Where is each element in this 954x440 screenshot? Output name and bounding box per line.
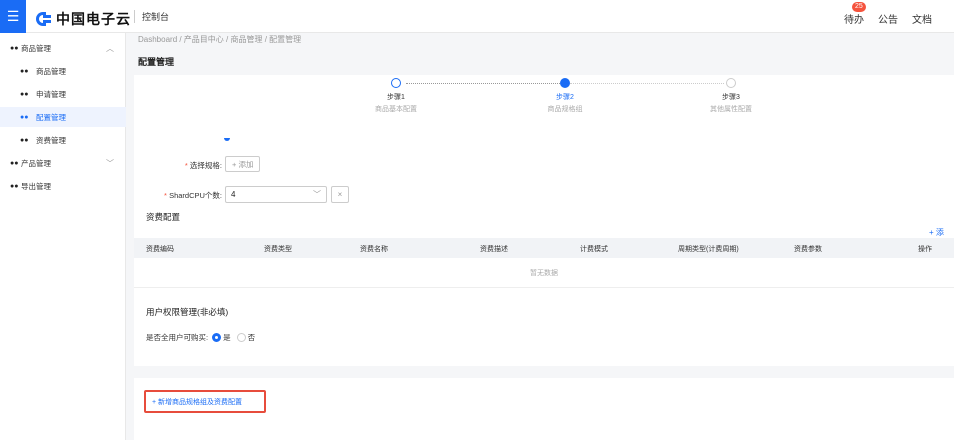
docs-link[interactable]: 文档: [912, 11, 932, 26]
permissions-question: 是否全用户可购买:: [146, 333, 209, 342]
hamburger-icon[interactable]: ☰: [0, 0, 26, 33]
scroll-remnant: [224, 138, 230, 141]
logo-mark-icon: [36, 12, 52, 26]
radio-no[interactable]: 否: [236, 332, 256, 343]
divider: [134, 10, 135, 23]
group-icon: ●●: [20, 67, 29, 75]
radio-no-label: 否: [247, 333, 256, 342]
sidebar-item-label: 产品管理: [21, 158, 51, 168]
step-2-sub: 商品规格组: [547, 106, 583, 113]
radio-unchecked-icon: [236, 333, 246, 342]
chevron-down-icon: ﹀: [106, 158, 114, 168]
sidebar-item-application[interactable]: ●● 申请管理: [0, 84, 126, 104]
chevron-up-icon: ︿: [106, 43, 114, 53]
permissions-section: 用户权限管理(非必填) 是否全用户可购买: 是 否: [134, 289, 954, 366]
add-spec-button[interactable]: + 添加: [225, 156, 261, 172]
group-icon: ●●: [20, 113, 29, 121]
spec-label-text: 选择规格:: [189, 161, 222, 170]
step-3-dot[interactable]: [726, 78, 736, 88]
sidebar-item-config[interactable]: ●● 配置管理: [0, 107, 126, 127]
chevron-down-icon: ﹀: [313, 190, 321, 199]
radio-yes[interactable]: 是: [212, 332, 231, 343]
steps-card: 步骤1 商品基本配置 步骤2 商品规格组 步骤3 其他属性配置: [134, 75, 954, 138]
page-title: 配置管理: [138, 57, 175, 67]
sidebar-item-label: 申请管理: [36, 89, 66, 99]
sidebar-group-product[interactable]: ●● 商品管理 ︿: [0, 38, 126, 58]
group-icon: ●●: [10, 44, 19, 52]
notice-link[interactable]: 公告: [878, 11, 898, 26]
cpu-value: 4: [231, 190, 236, 199]
todo-label: 待办: [844, 15, 864, 26]
sidebar-group-products[interactable]: ●● 产品管理 ﹀: [0, 153, 126, 173]
brand-logo[interactable]: 中国电子云: [36, 9, 131, 29]
group-icon: ●●: [10, 159, 19, 167]
sidebar: ●● 商品管理 ︿ ●● 商品管理 ●● 申请管理 ●● 配置管理 ●● 资费管…: [0, 33, 126, 440]
fees-table-header: 资费编码 资费类型 资费名称 资费描述 计费模式 周期类型(计费周期) 资费参数…: [134, 238, 954, 258]
sidebar-item-tariff[interactable]: ●● 资费管理: [0, 130, 126, 150]
group-icon: ●●: [20, 136, 29, 144]
step-1-dot[interactable]: [391, 78, 401, 88]
sidebar-item-export[interactable]: ●● 导出管理: [0, 176, 126, 196]
column-header: 资费描述: [480, 246, 508, 253]
column-header: 计费模式: [580, 246, 608, 253]
breadcrumb: Dashboard / 产品目中心 / 商品管理 / 配置管理: [138, 35, 302, 44]
cpu-select[interactable]: 4 ﹀: [225, 186, 327, 203]
step-2-label: 步骤2: [556, 94, 574, 101]
step-1-label: 步骤1: [387, 94, 405, 101]
todo-link[interactable]: 待办 25: [844, 2, 866, 26]
group-icon: ●●: [10, 182, 19, 190]
column-header: 资费名称: [360, 246, 388, 253]
column-header: 资费类型: [264, 246, 292, 253]
radio-checked-icon: [212, 333, 222, 342]
permissions-title: 用户权限管理(非必填): [146, 307, 229, 317]
step-2-dot[interactable]: [560, 78, 570, 88]
bottom-card: + 新增商品规格组及资费配置: [134, 378, 954, 440]
main-content: Dashboard / 产品目中心 / 商品管理 / 配置管理 配置管理 步骤1…: [126, 33, 954, 440]
todo-badge: 25: [852, 2, 866, 12]
step-3-sub: 其他属性配置: [710, 106, 752, 113]
column-header: 操作: [918, 246, 932, 253]
column-header: 资费编码: [146, 246, 174, 253]
group-icon: ●●: [20, 90, 29, 98]
step-connector: [406, 83, 560, 84]
spec-label: * 选择规格:: [184, 161, 222, 170]
permissions-row: 是否全用户可购买: 是 否: [146, 332, 261, 343]
step-3-label: 步骤3: [722, 94, 740, 101]
column-header: 周期类型(计费周期): [678, 246, 739, 253]
clear-cpu-button[interactable]: ×: [331, 186, 349, 203]
column-header: 资费参数: [794, 246, 822, 253]
console-link[interactable]: 控制台: [142, 10, 169, 23]
sidebar-item-label: 导出管理: [21, 181, 51, 191]
sidebar-item-label: 商品管理: [36, 66, 66, 76]
fees-section-title: 资费配置: [146, 212, 181, 222]
sidebar-item-label: 资费管理: [36, 135, 66, 145]
radio-yes-label: 是: [223, 333, 231, 342]
cpu-label-text: ShardCPU个数:: [169, 191, 222, 200]
cpu-label: * ShardCPU个数:: [164, 191, 222, 200]
add-fee-link[interactable]: + 添: [929, 227, 944, 238]
sidebar-item-product[interactable]: ●● 商品管理: [0, 61, 126, 81]
top-bar: ☰ 中国电子云 控制台 待办 25 公告 文档: [0, 0, 954, 33]
sidebar-item-label: 商品管理: [21, 43, 51, 53]
step-1-sub: 商品基本配置: [375, 106, 417, 113]
step-connector: [570, 83, 724, 84]
sidebar-item-label: 配置管理: [36, 112, 66, 122]
fees-table-empty: 暂无数据: [134, 258, 954, 288]
new-spec-group-button[interactable]: + 新增商品规格组及资费配置: [144, 390, 266, 413]
brand-name: 中国电子云: [56, 11, 131, 27]
